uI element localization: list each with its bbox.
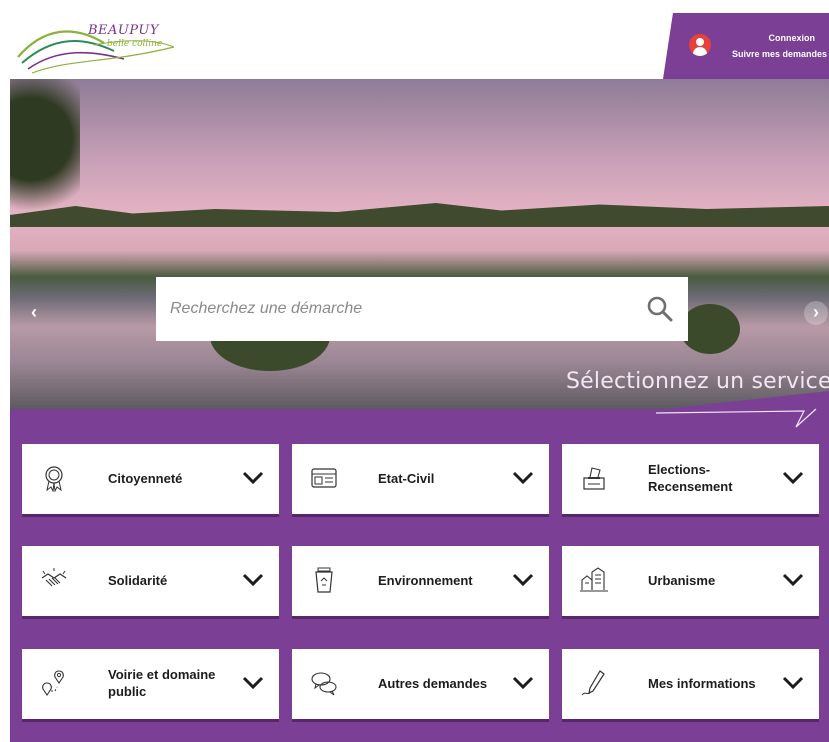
chevron-down-icon[interactable] (782, 675, 804, 691)
map-pin-icon (42, 670, 64, 696)
services-heading: Sélectionnez un service (566, 369, 829, 394)
buildings-icon (580, 567, 608, 592)
service-card-environnement[interactable]: Environnement (292, 546, 549, 616)
service-label: Voirie et domaine public (108, 667, 216, 699)
recycle-bin-icon (315, 567, 333, 593)
service-card-citoyennete[interactable]: Citoyenneté (22, 444, 279, 514)
service-card-mes-informations[interactable]: Mes informations (562, 649, 819, 719)
pen-icon (581, 670, 605, 696)
service-label: Environnement (378, 572, 473, 588)
chevron-down-icon[interactable] (782, 470, 804, 486)
service-card-urbanisme[interactable]: Urbanisme (562, 546, 819, 616)
chevron-down-icon[interactable] (512, 470, 534, 486)
service-card-elections[interactable]: Elections- Recensement (562, 444, 819, 514)
ballot-box-icon (583, 467, 605, 490)
logo-title: BEAUPUY (88, 23, 159, 38)
search-box (156, 277, 688, 341)
logo[interactable]: BEAUPUY belle colline (14, 17, 184, 77)
hero-treeline (10, 203, 829, 227)
chevron-down-icon[interactable] (512, 572, 534, 588)
id-card-icon (311, 468, 337, 488)
hero-banner: ‹ › (10, 79, 829, 409)
chevron-down-icon[interactable] (512, 675, 534, 691)
service-card-solidarite[interactable]: Solidarité (22, 546, 279, 616)
service-label: Solidarité (108, 572, 168, 588)
heading-underline-icon (656, 408, 817, 428)
service-card-etat-civil[interactable]: Etat-Civil (292, 444, 549, 514)
page: BEAUPUY belle colline Connexion Suivre m… (10, 13, 829, 742)
service-label: Urbanisme (648, 572, 716, 588)
service-label: Etat-Civil (378, 470, 435, 486)
carousel-next-button[interactable]: › (804, 301, 828, 325)
service-label: Mes informations (648, 675, 756, 691)
header: BEAUPUY belle colline Connexion Suivre m… (10, 13, 829, 79)
speech-bubbles-icon (311, 672, 337, 696)
search-icon[interactable] (646, 295, 674, 323)
medal-icon (45, 466, 63, 492)
account-panel[interactable]: Connexion Suivre mes demandes (663, 13, 829, 79)
user-icon (689, 34, 711, 56)
track-requests-link[interactable]: Suivre mes demandes (732, 49, 827, 59)
service-label: Citoyenneté (108, 470, 183, 486)
carousel-prev-button[interactable]: ‹ (22, 301, 46, 325)
login-link[interactable]: Connexion (769, 33, 816, 43)
service-label: Autres demandes (378, 675, 488, 691)
service-card-voirie[interactable]: Voirie et domaine public (22, 649, 279, 719)
chevron-down-icon[interactable] (242, 572, 264, 588)
search-input[interactable] (156, 277, 626, 341)
logo-subtitle: belle colline (107, 39, 163, 49)
chevron-down-icon[interactable] (242, 470, 264, 486)
chevron-down-icon[interactable] (782, 572, 804, 588)
chevron-down-icon[interactable] (242, 675, 264, 691)
service-label: Elections- Recensement (648, 462, 733, 494)
handshake-icon (41, 568, 67, 587)
service-card-autres-demandes[interactable]: Autres demandes (292, 649, 549, 719)
